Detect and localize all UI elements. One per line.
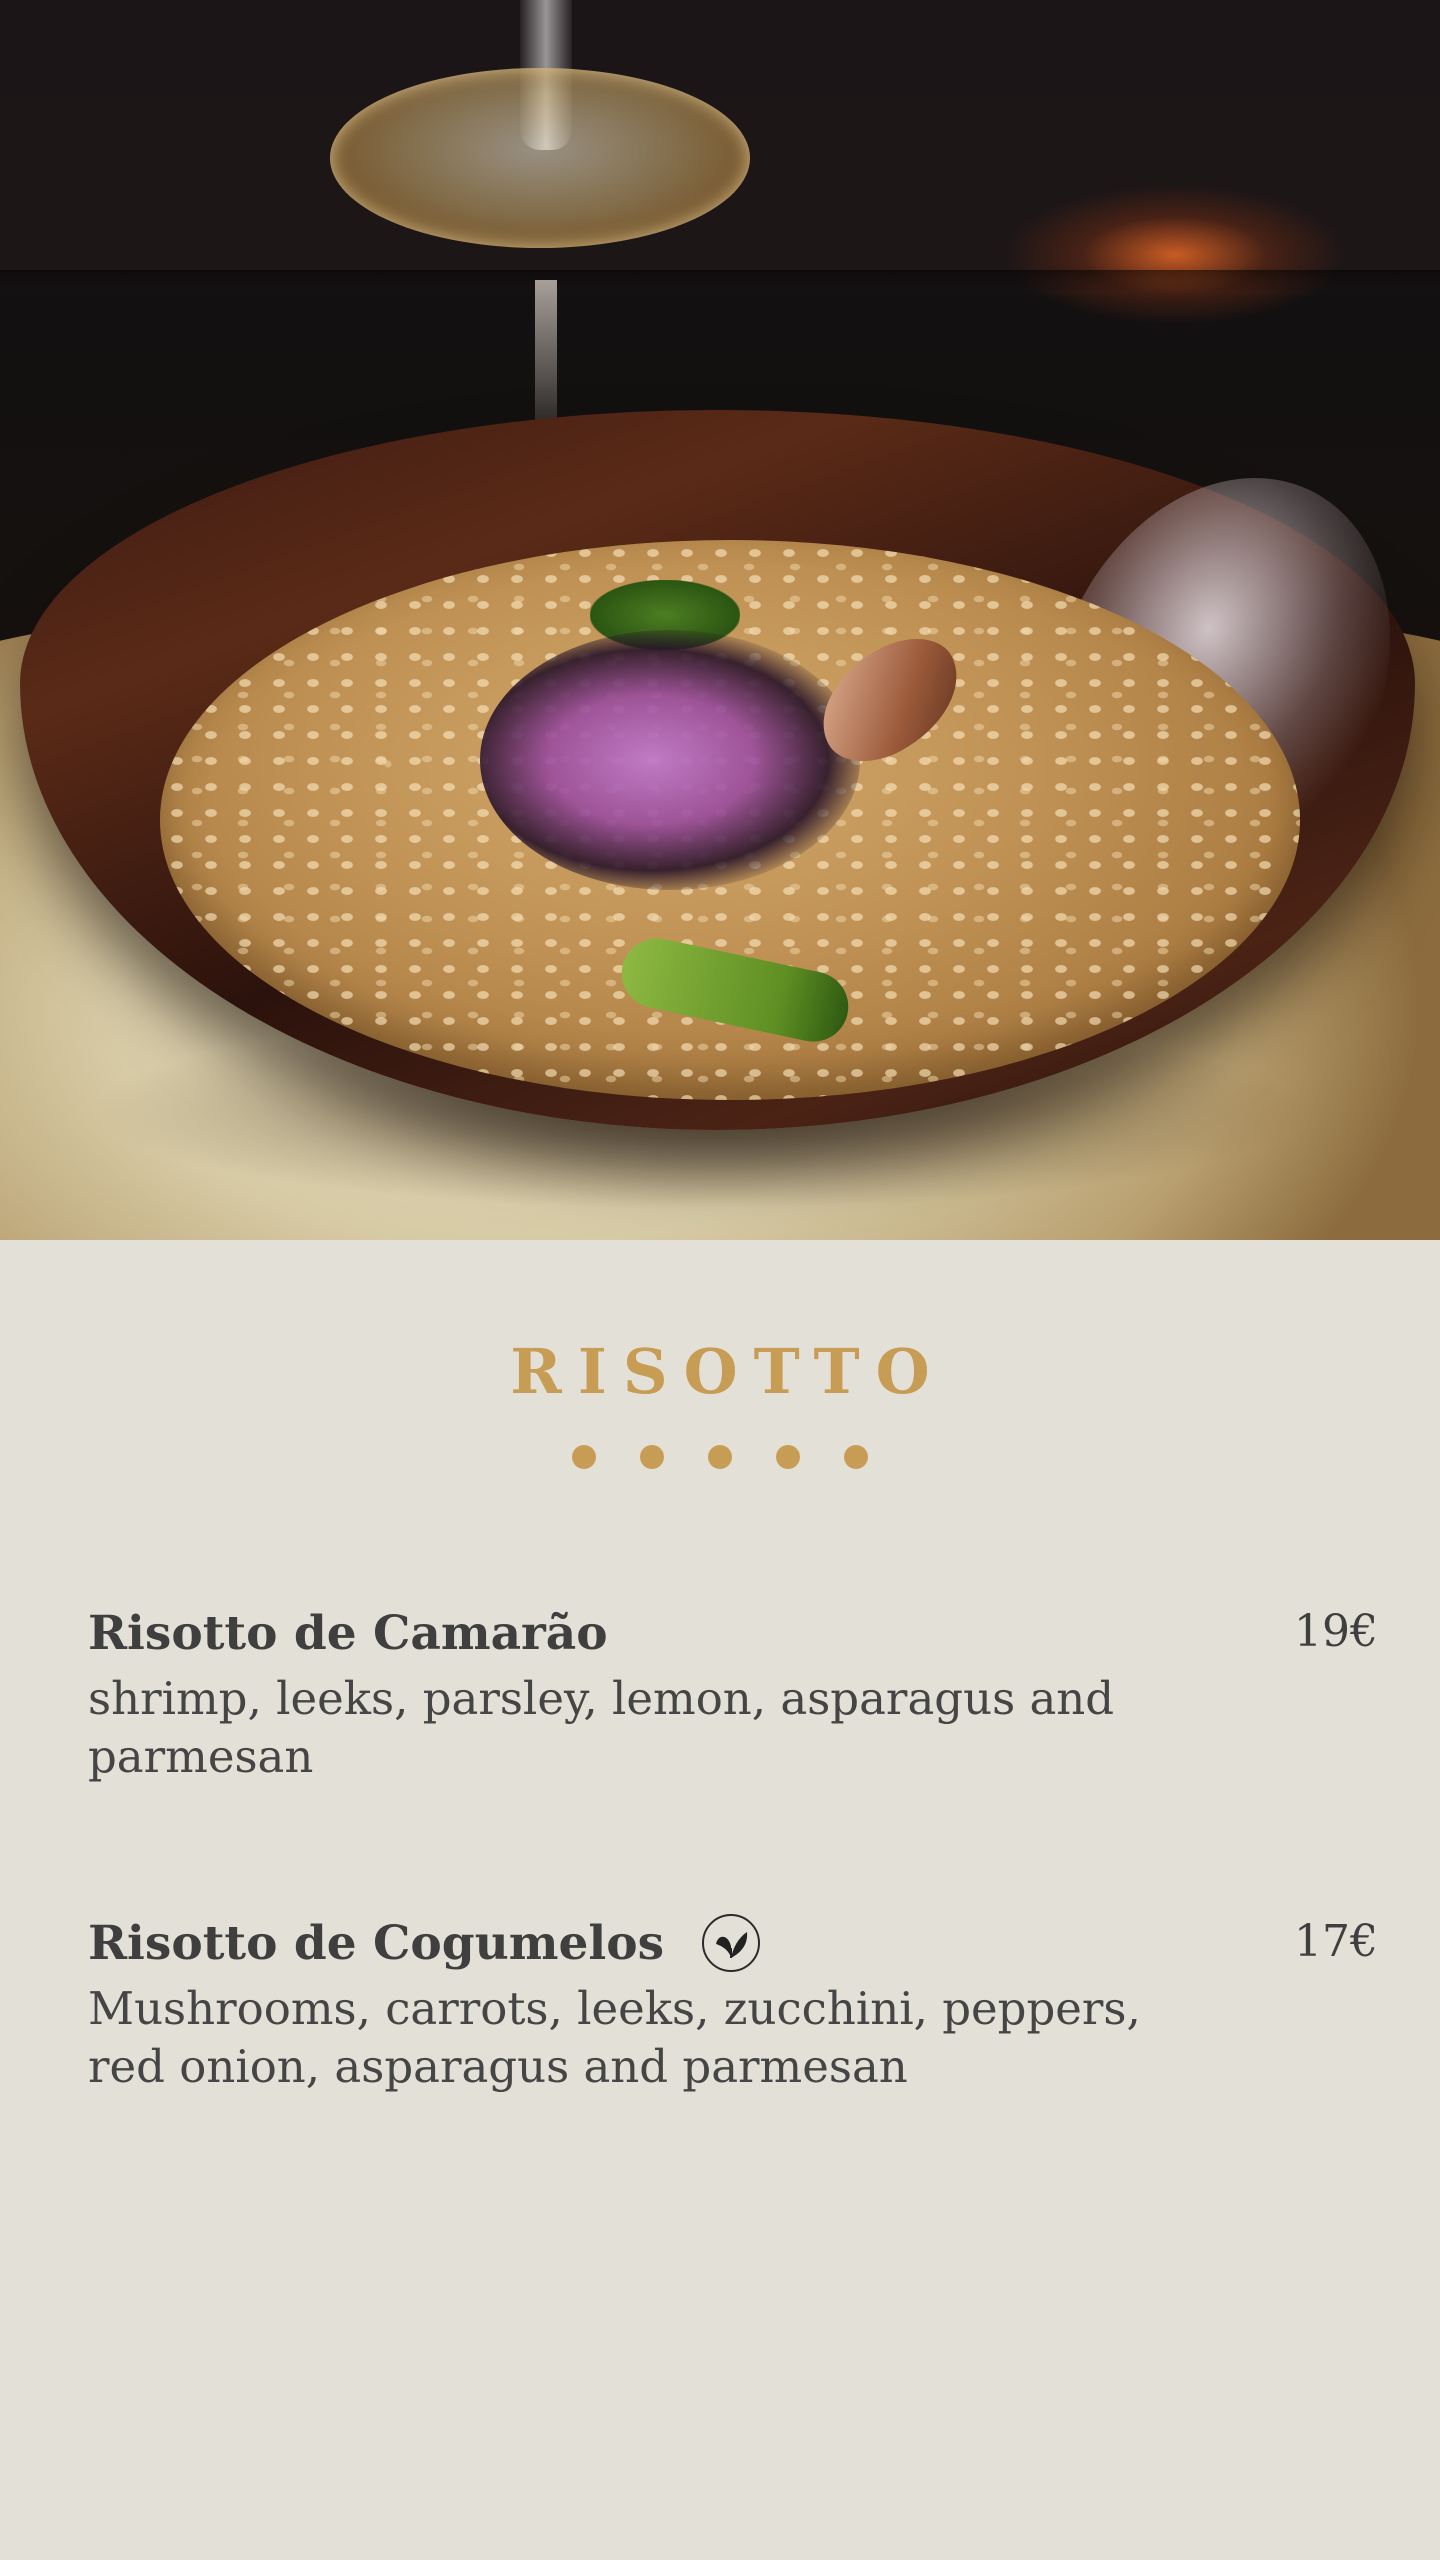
menu-item-description: Mushrooms, carrots, leeks, zucchini, pep… xyxy=(88,1982,1141,2093)
menu-item-description: shrimp, leeks, parsley, lemon, asparagus… xyxy=(88,1672,1115,1783)
divider-dot xyxy=(708,1445,732,1469)
menu-item-price: 19€ xyxy=(1294,1606,1378,1657)
menu-item-price: 17€ xyxy=(1294,1916,1378,1967)
glass-reflection xyxy=(535,280,557,430)
wine-glass-base xyxy=(330,68,750,248)
menu-item-header: Risotto de Camarão xyxy=(88,1600,1378,1666)
divider-dot xyxy=(776,1445,800,1469)
menu-item[interactable]: Risotto de Camarão 19€ shrimp, leeks, pa… xyxy=(88,1600,1378,1786)
section-title: RISOTTO xyxy=(510,1335,946,1408)
menu-item[interactable]: Risotto de Cogumelos 17€ Mushrooms, carr… xyxy=(88,1910,1378,2096)
divider-dot xyxy=(844,1445,868,1469)
menu-item-header: Risotto de Cogumelos xyxy=(88,1910,1378,1976)
divider-dot xyxy=(640,1445,664,1469)
hero-photo xyxy=(0,0,1440,1240)
divider-dot xyxy=(572,1445,596,1469)
background-shelf xyxy=(0,270,1440,292)
menu-item-name: Risotto de Cogumelos xyxy=(88,1915,665,1971)
vegetarian-leaf-icon xyxy=(702,1914,761,1972)
microgreens-garnish xyxy=(480,630,860,890)
menu-item-name: Risotto de Camarão xyxy=(88,1605,608,1661)
title-divider-dots xyxy=(0,1445,1440,1469)
